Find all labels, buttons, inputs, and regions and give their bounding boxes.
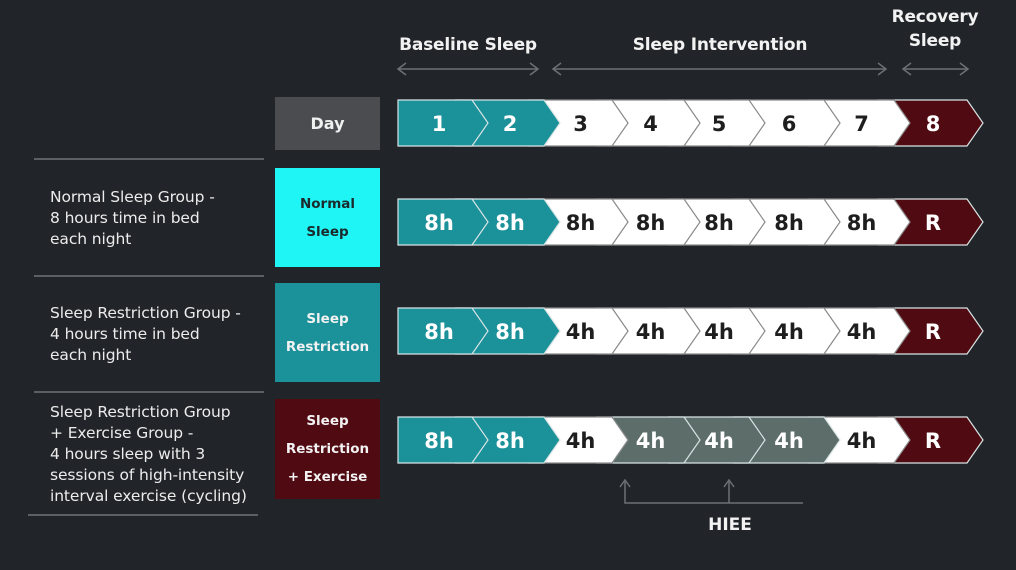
divider	[34, 158, 264, 160]
chevron-label: 8h	[704, 211, 734, 235]
hiee-arrows	[619, 478, 803, 504]
sleep-restriction-exercise-row: 8h 8h 4h 4h 4h 4h 4h R	[397, 416, 984, 464]
chevron-label: 4h	[566, 320, 596, 344]
day-header-box: Day	[275, 97, 380, 150]
chevron-label: 4h	[847, 320, 877, 344]
chevron-label: 4h	[636, 320, 666, 344]
chevron-label: 1	[432, 112, 447, 136]
divider	[34, 275, 264, 277]
group-description-normal: Normal Sleep Group - 8 hours time in bed…	[50, 188, 215, 248]
divider	[28, 514, 258, 516]
group-description-exercise: Sleep Restriction Group + Exercise Group…	[50, 403, 247, 505]
chevron-label: 4h	[566, 429, 596, 453]
chevron-label: 4h	[704, 320, 734, 344]
chevron-label: 4h	[847, 429, 877, 453]
chevron-label: 4h	[636, 429, 666, 453]
sleep-restriction-box: Sleep Restriction	[275, 283, 380, 382]
chevron-label: 8h	[847, 211, 877, 235]
chevron-label: R	[925, 320, 941, 344]
group-description-restriction: Sleep Restriction Group - 4 hours time i…	[50, 304, 241, 364]
chevron-label: 5	[712, 112, 727, 136]
sleep-restriction-row: 8h 8h 4h 4h 4h 4h 4h R	[397, 307, 984, 355]
chevron-label: 8h	[424, 211, 454, 235]
chevron-label: 4h	[704, 429, 734, 453]
chevron-label: 8h	[495, 211, 525, 235]
divider	[34, 391, 264, 393]
recovery-span-arrow	[901, 62, 970, 76]
chevron-label: 4h	[774, 320, 804, 344]
sleep-restriction-exercise-box: Sleep Restriction + Exercise	[275, 399, 380, 499]
chevron-label: 4h	[774, 429, 804, 453]
normal-sleep-box: Normal Sleep	[275, 168, 380, 267]
chevron-label: 4	[643, 112, 658, 136]
chevron-label: 6	[782, 112, 797, 136]
chevron-label: 8h	[495, 320, 525, 344]
chevron-label: 7	[854, 112, 869, 136]
chevron-label: 8h	[566, 211, 596, 235]
chevron-label: 3	[573, 112, 588, 136]
baseline-span-arrow	[396, 62, 540, 76]
hiee-label: HIEE	[708, 515, 752, 535]
chevron-label: 2	[503, 112, 518, 136]
normal-sleep-row: 8h 8h 8h 8h 8h 8h 8h R	[397, 198, 984, 246]
chevron-label: 8h	[636, 211, 666, 235]
day-row: 1 2 3 4 5 6 7 8	[397, 99, 984, 147]
chevron-label: R	[925, 429, 941, 453]
chevron-label: 8h	[495, 429, 525, 453]
chevron-label: R	[925, 211, 941, 235]
intervention-span-arrow	[551, 62, 888, 76]
chevron-label: 8	[926, 112, 941, 136]
chevron-label: 8h	[774, 211, 804, 235]
chevron-label: 8h	[424, 429, 454, 453]
chevron-label: 8h	[424, 320, 454, 344]
